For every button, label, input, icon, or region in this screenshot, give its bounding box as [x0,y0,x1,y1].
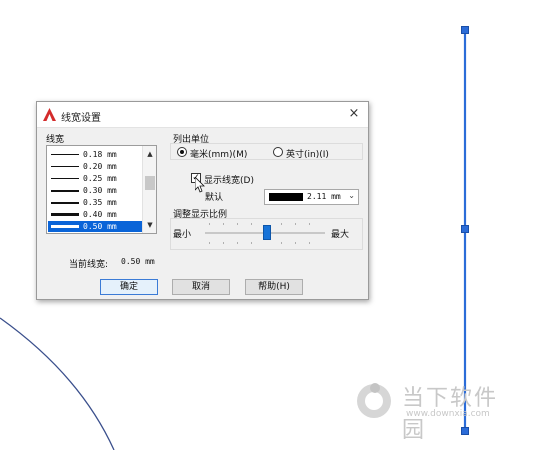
slider-tick [223,242,224,244]
drawing-arc[interactable] [0,317,115,450]
mouse-cursor-icon [195,177,205,193]
lineweight-item-2[interactable]: 0.25 mm [48,173,142,184]
slider-tick [281,223,282,225]
lineweight-item-0[interactable]: 0.18 mm [48,149,142,160]
dialog-title: 线宽设置 [61,113,101,124]
watermark-url: www.downxia.com [406,409,490,419]
autocad-logo-icon [43,108,56,121]
slider-tick [223,223,224,225]
slider-tick [237,242,238,244]
default-lineweight-value: 2.11 mm [307,192,341,201]
slider-tick [209,223,210,225]
scroll-thumb[interactable] [145,176,155,190]
lineweight-group-label: 线宽 [46,135,65,145]
grip-top[interactable] [461,26,469,34]
ok-button[interactable]: 确定 [100,279,158,295]
scale-max-label: 最大 [331,230,350,240]
slider-tick [309,223,310,225]
unit-mm-radio[interactable] [177,147,187,157]
display-lineweight-label: 显示线宽(D) [204,176,254,186]
lineweight-item-6[interactable]: 0.50 mm [48,221,142,232]
unit-in-radio[interactable] [273,147,283,157]
scroll-up-icon[interactable]: ▲ [143,148,156,160]
lineweight-swatch [269,193,303,201]
lineweight-list[interactable]: 0.18 mm 0.20 mm 0.25 mm 0.30 mm 0.35 mm … [46,145,157,234]
unit-mm-label: 毫米(mm)(M) [190,150,248,160]
chevron-down-icon: ⌄ [348,191,355,200]
lineweight-settings-dialog: 线宽设置 × 线宽 0.18 mm 0.20 mm 0.25 mm 0.30 m… [36,101,369,300]
current-lineweight-value: 0.50 mm [121,257,155,266]
watermark: 当下软件园 www.downxia.com [350,378,520,443]
current-lineweight-label: 当前线宽: [69,260,109,270]
slider-tick [295,223,296,225]
scale-slider-thumb[interactable] [263,225,271,240]
lineweight-item-3[interactable]: 0.30 mm [48,185,142,196]
lineweight-item-1[interactable]: 0.20 mm [48,161,142,172]
slider-tick [237,223,238,225]
slider-tick [295,242,296,244]
scroll-down-icon[interactable]: ▼ [143,219,156,231]
default-label: 默认 [205,193,224,203]
close-icon[interactable]: × [346,106,362,122]
watermark-logo-icon [357,383,391,418]
default-lineweight-select[interactable]: 2.11 mm ⌄ [264,189,359,205]
dialog-titlebar[interactable]: 线宽设置 × [37,102,368,128]
slider-tick [251,223,252,225]
slider-tick [209,242,210,244]
cancel-button[interactable]: 取消 [172,279,230,295]
lineweight-item-5[interactable]: 0.40 mm [48,209,142,220]
lineweight-item-4[interactable]: 0.35 mm [48,197,142,208]
help-button[interactable]: 帮助(H) [245,279,303,295]
lineweight-list-scrollbar[interactable]: ▲ ▼ [142,146,156,233]
slider-tick [281,242,282,244]
unit-in-label: 英寸(in)(I) [286,150,329,160]
grip-mid[interactable] [461,225,469,233]
scale-min-label: 最小 [173,230,192,240]
slider-tick [251,242,252,244]
slider-tick [309,242,310,244]
